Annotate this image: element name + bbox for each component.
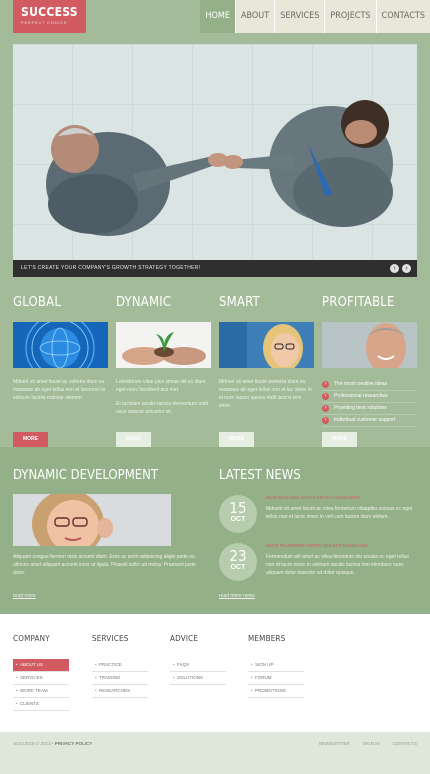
news-text: Fermendum elit amet ac vitea fennetum ib… [266,554,409,576]
footer-services: SERVICES PRACTICE TRAINING RESEARCHES [92,634,148,698]
nav-home[interactable]: HOME [200,0,235,33]
hero-caption-bar: LET'S CREATE YOUR COMPANY'S GROWTH STRAT… [13,260,417,277]
footer-company-title: COMPANY [13,634,50,643]
footer-members-title: MEMBERS [248,634,286,643]
dynamic-development-title: DYNAMIC DEVELOPMENT [13,468,159,483]
news-month: OCT [230,516,246,523]
nav-contacts[interactable]: CONTACTS [375,0,430,33]
feature-global-title: GLOBAL [13,295,62,310]
hero-handshake-image [13,44,417,277]
news-date-badge: 23 OCT [219,543,257,581]
profitable-list: The most creative ideas Professional res… [322,380,417,427]
list-item[interactable]: Providing best solutions [322,404,417,415]
read-more-news-link[interactable]: read more news [219,593,255,599]
footer-link[interactable]: PROMOTIONS [248,685,304,698]
logo[interactable]: SUCCESS PERFECT CHOICE [13,0,86,33]
list-item[interactable]: Professional researches [322,392,417,403]
feature-global-text: Mdnert sit amet tisunt ac vefortia diam … [13,379,106,401]
sprout-hands-image [116,322,211,368]
footer-link[interactable]: RESEARCHES [92,685,148,698]
woman-glasses-image [219,322,314,368]
feature-smart-text: Mdnert sit amet tisunt avetorta diam eu … [219,379,312,409]
footer-link[interactable]: FORUM [248,672,304,685]
nav-about[interactable]: ABOUT [235,0,275,33]
feature-global: GLOBAL Mdnert sit amet tisunt ac veforti… [13,295,108,402]
footer-link[interactable]: TRAINING [92,672,148,685]
latest-news-title: LATEST NEWS [219,468,301,483]
feature-profitable: PROFITABLE The most creative ideas Profe… [322,295,417,428]
news-title[interactable]: DUIS MAIS SES NATUS ERUS LACINIA IDTM [266,495,360,500]
more-button-smart[interactable]: MORE [219,432,254,447]
bottom-bar: SUCCESS © 2013 • PRIVACY POLICY NEWSLETT… [0,732,430,774]
woman-glasses-photo [13,494,171,546]
copyright-text: SUCCESS © 2013 • [13,741,54,746]
footer-advice: ADVICE FAQS SOLUTIONS [170,634,226,685]
footer-members: MEMBERS SIGN UP FORUM PROMOTIONS [248,634,304,698]
feature-dynamic: DYNAMIC Loterderum vitae pius simae ulit… [116,295,211,416]
news-text: Mdnerit sit amet tisunt ac vitea fennetu… [266,506,413,520]
feature-smart-title: SMART [219,295,260,310]
privacy-policy-link[interactable]: PRIVACY POLICY [55,741,93,746]
footer-link[interactable]: WORK TEAM [13,685,69,698]
news-day: 23 [229,547,247,565]
sign-in-link[interactable]: SIGN IN [363,741,380,746]
news-month: OCT [230,564,246,571]
footer-link[interactable]: ABOUT US [13,659,69,672]
more-button-dynamic[interactable]: MORE [116,432,151,447]
more-button-global[interactable]: MORE [13,432,48,447]
nav-projects[interactable]: PROJECTS [324,0,376,33]
nav-services[interactable]: SERVICES [274,0,325,33]
read-more-link[interactable]: read more [13,593,36,599]
feature-dynamic-title: DYNAMIC [116,295,172,310]
list-item[interactable]: The most creative ideas [322,380,417,391]
globe-image [13,322,108,368]
footer-link[interactable]: PRACTICE [92,659,148,672]
hero-slider: LET'S CREATE YOUR COMPANY'S GROWTH STRAT… [13,44,417,277]
footer-link[interactable]: SOLUTIONS [170,672,226,685]
feature-dynamic-text-2: Et laciniam iaculis lacicia elementum md… [116,401,208,415]
arrow-right-icon[interactable]: › [402,264,411,273]
feature-dynamic-text-1: Loterderum vitae pius simae ulit es diam… [116,379,206,393]
logo-tagline: PERFECT CHOICE [21,20,68,25]
footer-services-title: SERVICES [92,634,129,643]
bottom-links: NEWSLETTER SIGN IN CONTACTS [319,741,417,746]
footer-company: COMPANY ABOUT US SERVICES WORK TEAM CLIE… [13,634,69,711]
footer-link[interactable]: FAQS [170,659,226,672]
list-item[interactable]: Individual customer support [322,416,417,427]
news-item: 23 OCT USCE FEUNDORE VERITA QUAEST MAGNA… [219,543,419,587]
main-nav: HOME ABOUT SERVICES PROJECTS CONTACTS [200,0,430,33]
feature-profitable-title: PROFITABLE [322,295,395,310]
logo-name: SUCCESS [21,5,78,19]
more-button-profitable[interactable]: MORE [322,432,357,447]
footer-link[interactable]: SIGN UP [248,659,304,672]
footer: COMPANY ABOUT US SERVICES WORK TEAM CLIE… [0,614,430,732]
smiling-man-image [322,322,417,368]
dynamic-development-text: Aliquam congue fermen nisis accuml diam.… [13,554,196,576]
footer-link[interactable]: CLIENTS [13,698,69,711]
news-item: 15 OCT DUIS MAIS SES NATUS ERUS LACINIA … [219,495,419,539]
news-title[interactable]: USCE FEUNDORE VERITA QUAEST MAGNA IDS [266,543,368,548]
hero-caption: LET'S CREATE YOUR COMPANY'S GROWTH STRAT… [21,265,201,271]
copyright: SUCCESS © 2013 • PRIVACY POLICY [13,741,92,746]
contacts-link[interactable]: CONTACTS [393,741,417,746]
feature-smart: SMART Mdnert sit amet tisunt avetorta di… [219,295,314,410]
site-header: SUCCESS PERFECT CHOICE HOME ABOUT SERVIC… [0,0,430,33]
news-date-badge: 15 OCT [219,495,257,533]
footer-link[interactable]: SERVICES [13,672,69,685]
news-day: 15 [229,499,247,517]
newsletter-link[interactable]: NEWSLETTER [319,741,350,746]
footer-advice-title: ADVICE [170,634,199,643]
arrow-left-icon[interactable]: ‹ [390,264,399,273]
